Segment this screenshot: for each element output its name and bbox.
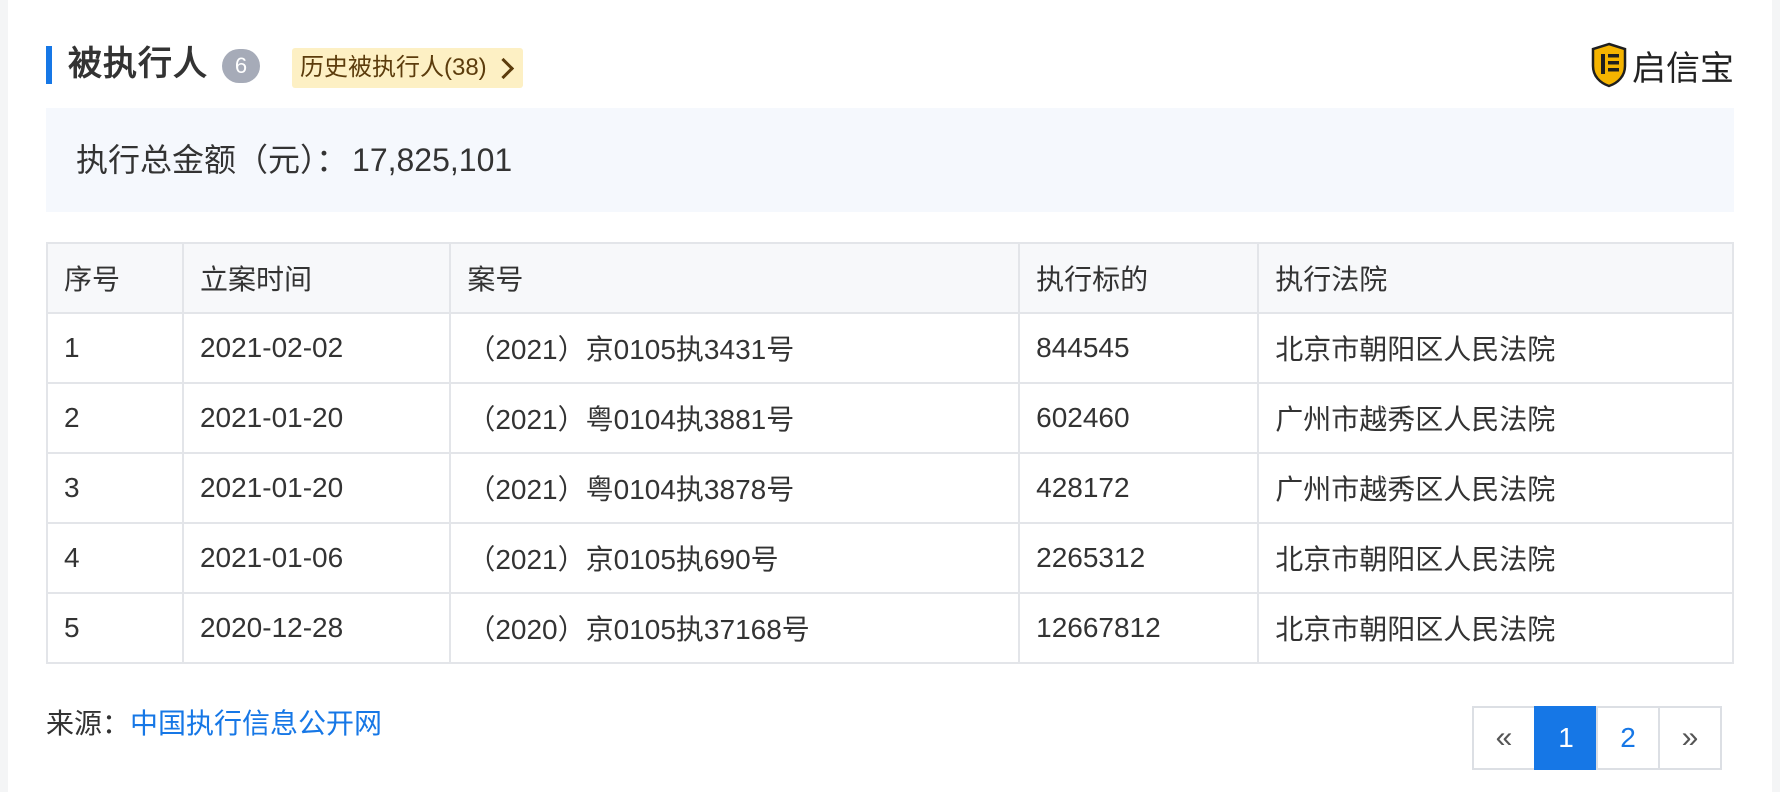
cell-filing-date: 2020-12-28: [181, 592, 452, 664]
cell-court: 北京市朝阳区人民法院: [1257, 522, 1734, 594]
table-row: 2 2021-01-20 （2021）粤0104执3881号 602460 广州…: [46, 382, 1734, 454]
cell-amount: 12667812: [1018, 592, 1260, 664]
cell-amount: 602460: [1018, 382, 1260, 454]
cell-court: 广州市越秀区人民法院: [1257, 382, 1734, 454]
cell-court: 北京市朝阳区人民法院: [1257, 312, 1734, 384]
cell-filing-date: 2021-02-02: [181, 312, 452, 384]
brand-logo: 启信宝: [1590, 40, 1734, 90]
cell-amount: 428172: [1018, 452, 1260, 524]
table-row: 5 2020-12-28 （2020）京0105执37168号 12667812…: [46, 592, 1734, 664]
pagination-prev-button[interactable]: «: [1472, 706, 1536, 770]
cell-court: 广州市越秀区人民法院: [1257, 452, 1734, 524]
section-title: 被执行人: [68, 45, 208, 83]
cell-case-number: （2021）京0105执3431号: [449, 312, 1021, 384]
cell-index: 5: [46, 592, 184, 664]
cell-filing-date: 2021-01-20: [181, 382, 452, 454]
executed-persons-panel: 被执行人 6 历史被执行人(38) 启信宝 执行总金额（元）： 17,825,10…: [8, 0, 1772, 792]
source-label: 来源：: [46, 708, 131, 739]
source-link[interactable]: 中国执行信息公开网: [130, 708, 382, 739]
table-row: 1 2021-02-02 （2021）京0105执3431号 844545 北京…: [46, 312, 1734, 384]
cell-index: 3: [46, 452, 184, 524]
total-amount-line: 执行总金额（元）： 17,825,101: [76, 138, 512, 182]
cell-case-number: （2021）粤0104执3881号: [449, 382, 1021, 454]
chevron-right-icon: [492, 57, 514, 80]
title-accent-bar: [46, 46, 52, 84]
table-row: 4 2021-01-06 （2021）京0105执690号 2265312 北京…: [46, 522, 1734, 594]
cell-amount: 2265312: [1018, 522, 1260, 594]
total-amount-box: 执行总金额（元）： 17,825,101: [46, 108, 1734, 212]
total-amount-label: 执行总金额（元）：: [76, 142, 349, 178]
column-header-filing-date: 立案时间: [181, 242, 452, 314]
pagination-page-2[interactable]: 2: [1596, 706, 1660, 770]
cell-amount: 844545: [1018, 312, 1260, 384]
cell-index: 2: [46, 382, 184, 454]
cell-case-number: （2021）粤0104执3878号: [449, 452, 1021, 524]
shield-logo-icon: [1591, 42, 1627, 88]
brand-name: 启信宝: [1632, 48, 1734, 89]
column-header-index: 序号: [46, 242, 184, 314]
cell-filing-date: 2021-01-20: [181, 452, 452, 524]
cell-case-number: （2021）京0105执690号: [449, 522, 1021, 594]
table-row: 3 2021-01-20 （2021）粤0104执3878号 428172 广州…: [46, 452, 1734, 524]
table-header-row: 序号 立案时间 案号 执行标的 执行法院: [46, 242, 1734, 314]
pagination-next-button[interactable]: »: [1658, 706, 1722, 770]
total-amount-value: 17,825,101: [352, 142, 513, 178]
cell-case-number: （2020）京0105执37168号: [449, 592, 1021, 664]
cell-court: 北京市朝阳区人民法院: [1257, 592, 1734, 664]
history-executed-button[interactable]: 历史被执行人(38): [292, 48, 523, 88]
column-header-amount: 执行标的: [1018, 242, 1260, 314]
history-executed-label: 历史被执行人(38): [300, 54, 487, 81]
pagination-page-1[interactable]: 1: [1534, 706, 1598, 770]
column-header-case-number: 案号: [449, 242, 1021, 314]
column-header-court: 执行法院: [1257, 242, 1734, 314]
cell-index: 1: [46, 312, 184, 384]
section-header: 被执行人 6 历史被执行人(38) 启信宝: [46, 40, 1734, 90]
execution-table: 序号 立案时间 案号 执行标的 执行法院 1 2021-02-02 （2021）…: [46, 242, 1734, 664]
pagination: « 1 2 »: [1472, 706, 1722, 770]
cell-filing-date: 2021-01-06: [181, 522, 452, 594]
data-source: 来源：中国执行信息公开网: [46, 704, 382, 744]
cell-index: 4: [46, 522, 184, 594]
count-badge: 6: [222, 49, 260, 83]
